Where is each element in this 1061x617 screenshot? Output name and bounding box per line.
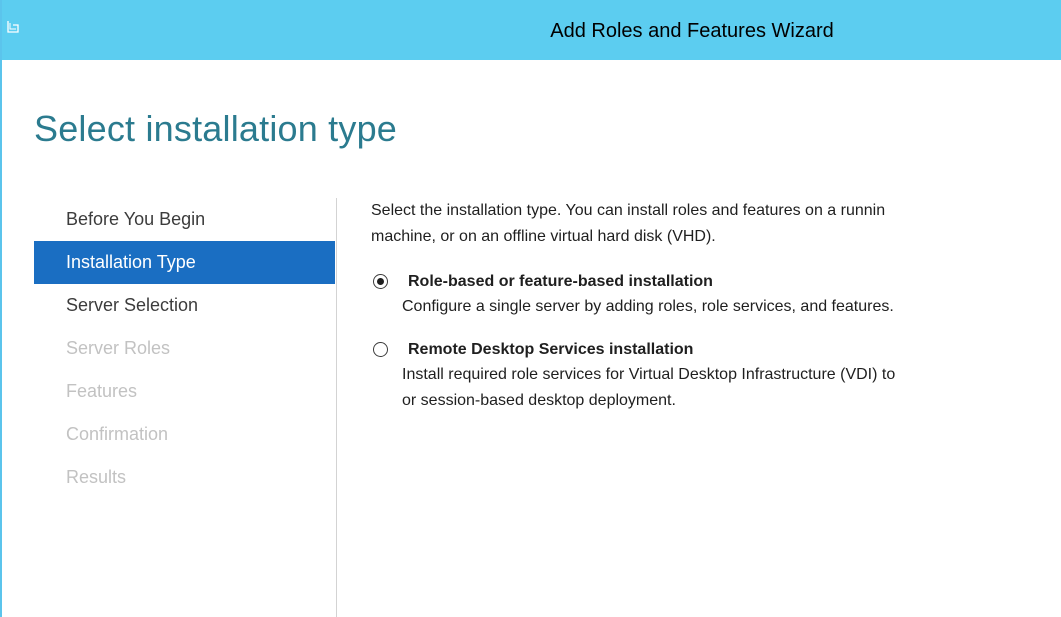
option-remote-desktop-description-line-2: or session-based desktop deployment. xyxy=(402,392,676,409)
radio-unchecked-icon[interactable] xyxy=(373,342,388,357)
intro-text-line-1: Select the installation type. You can in… xyxy=(371,202,886,219)
option-remote-desktop-description-line-1: Install required role services for Virtu… xyxy=(402,366,896,383)
option-remote-desktop-label[interactable]: Remote Desktop Services installation xyxy=(408,338,1061,362)
page-title: Select installation type xyxy=(34,108,398,149)
step-server-roles: Server Roles xyxy=(66,338,171,358)
option-role-based[interactable]: Role-based or feature-based installation… xyxy=(371,270,1061,320)
main-content: Select the installation type. You can in… xyxy=(371,198,1061,414)
intro-text-line-2: machine, or on an offline virtual hard d… xyxy=(371,228,716,245)
option-role-based-label[interactable]: Role-based or feature-based installation xyxy=(408,270,1061,294)
radio-checked-icon[interactable] xyxy=(373,274,388,289)
window-title: Add Roles and Features Wizard xyxy=(550,20,834,42)
option-remote-desktop[interactable]: Remote Desktop Services installation Ins… xyxy=(371,338,1061,414)
step-before-you-begin[interactable]: Before You Begin xyxy=(34,198,335,241)
nav-divider xyxy=(336,198,337,617)
wizard-window: Add Roles and Features Wizard Select ins… xyxy=(0,0,1061,617)
option-role-based-description: Configure a single server by adding role… xyxy=(402,298,894,315)
step-confirmation: Confirmation xyxy=(66,424,169,444)
step-installation-type[interactable]: Installation Type xyxy=(34,241,335,284)
wizard-app-icon[interactable] xyxy=(7,20,19,34)
step-results: Results xyxy=(66,467,127,487)
wizard-steps-nav: Before You Begin Installation Type Serve… xyxy=(34,198,335,499)
step-server-selection[interactable]: Server Selection xyxy=(34,284,335,327)
step-features: Features xyxy=(66,381,138,401)
title-bar[interactable]: Add Roles and Features Wizard xyxy=(2,0,1061,60)
